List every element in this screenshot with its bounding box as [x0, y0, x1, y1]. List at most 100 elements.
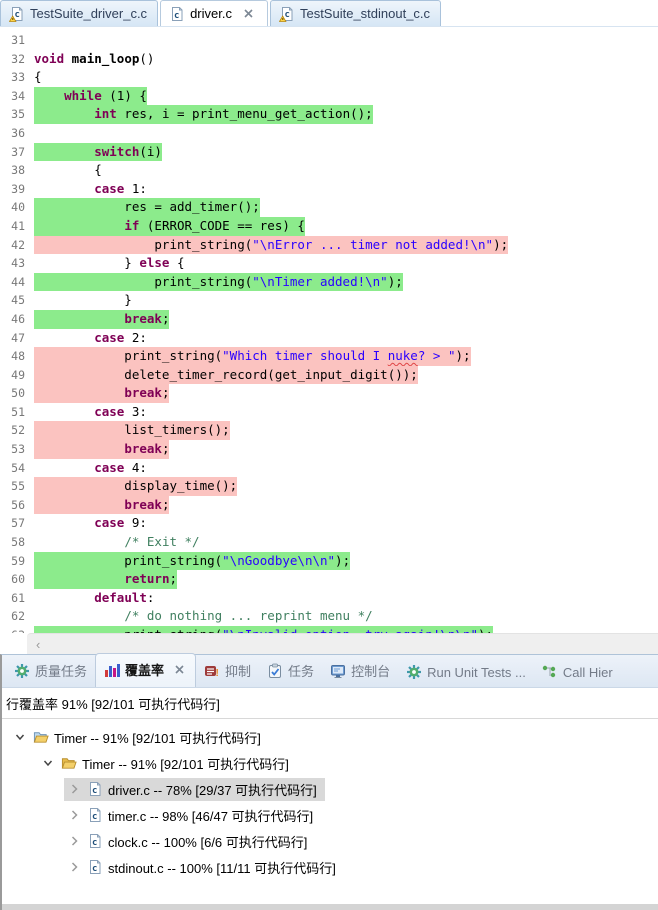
chevron-right-icon[interactable]: [66, 781, 82, 797]
line-number[interactable]: 46: [0, 310, 34, 329]
line-number[interactable]: 43: [0, 254, 34, 273]
scroll-left-icon[interactable]: ‹: [27, 638, 40, 651]
line-number[interactable]: 59: [0, 552, 34, 571]
line-number[interactable]: 38: [0, 161, 34, 180]
view-tab-gear[interactable]: 质量任务: [6, 655, 95, 687]
code-line-38[interactable]: 38 {: [0, 161, 658, 180]
code-line-52[interactable]: 52 list_timers();: [0, 421, 658, 440]
chevron-right-icon[interactable]: [66, 807, 82, 823]
code-line-61[interactable]: 61 default:: [0, 589, 658, 608]
line-number[interactable]: 31: [0, 31, 34, 50]
line-number[interactable]: 45: [0, 291, 34, 310]
view-tab-run-unit-tests[interactable]: Run Unit Tests ...: [398, 658, 534, 687]
line-number[interactable]: 32: [0, 50, 34, 69]
code-line-45[interactable]: 45 }: [0, 291, 658, 310]
line-number[interactable]: 54: [0, 459, 34, 478]
code-line-58[interactable]: 58 /* Exit */: [0, 533, 658, 552]
line-number[interactable]: 35: [0, 105, 34, 124]
code-line-55[interactable]: 55 display_time();: [0, 477, 658, 496]
code-line-49[interactable]: 49 delete_timer_record(get_input_digit()…: [0, 366, 658, 385]
scrollbar-track[interactable]: ‹: [27, 633, 658, 654]
code-line-53[interactable]: 53 break;: [0, 440, 658, 459]
code-line-54[interactable]: 54 case 4:: [0, 459, 658, 478]
tree-row[interactable]: cclock.c -- 100% [6/6 可执行代码行]: [2, 828, 658, 854]
code-line-59[interactable]: 59 print_string("\nGoodbye\n\n");: [0, 552, 658, 571]
tree-row-content[interactable]: ctimer.c -- 98% [46/47 可执行代码行]: [64, 804, 321, 827]
view-tab-call-hierarchy[interactable]: Call Hier: [534, 658, 621, 687]
tree-row-content[interactable]: cclock.c -- 100% [6/6 可执行代码行]: [64, 830, 315, 853]
line-number[interactable]: 58: [0, 533, 34, 552]
code-line-41[interactable]: 41 if (ERROR_CODE == res) {: [0, 217, 658, 236]
line-number[interactable]: 44: [0, 273, 34, 292]
line-number[interactable]: 56: [0, 496, 34, 515]
code-line-51[interactable]: 51 case 3:: [0, 403, 658, 422]
tree-row[interactable]: cdriver.c -- 78% [29/37 可执行代码行]: [2, 776, 658, 802]
line-number[interactable]: 57: [0, 514, 34, 533]
view-tab-coverage-bars[interactable]: 覆盖率: [95, 653, 196, 687]
line-number[interactable]: 33: [0, 68, 34, 87]
code-line-40[interactable]: 40 res = add_timer();: [0, 198, 658, 217]
line-number[interactable]: 49: [0, 366, 34, 385]
code-line-47[interactable]: 47 case 2:: [0, 329, 658, 348]
tree-horizontal-scrollbar[interactable]: [2, 904, 658, 910]
code-line-44[interactable]: 44 print_string("\nTimer added!\n");: [0, 273, 658, 292]
tree-row[interactable]: ctimer.c -- 98% [46/47 可执行代码行]: [2, 802, 658, 828]
code-line-57[interactable]: 57 case 9:: [0, 514, 658, 533]
line-number[interactable]: 55: [0, 477, 34, 496]
code-line-50[interactable]: 50 break;: [0, 384, 658, 403]
code-line-60[interactable]: 60 return;: [0, 570, 658, 589]
tree-row-content[interactable]: Timer -- 91% [92/101 可执行代码行]: [10, 726, 269, 749]
editor-horizontal-scrollbar[interactable]: ‹: [0, 633, 658, 654]
chevron-right-icon[interactable]: [66, 833, 82, 849]
line-number[interactable]: 61: [0, 589, 34, 608]
code-line-37[interactable]: 37 switch(i): [0, 143, 658, 162]
tree-row-content[interactable]: cdriver.c -- 78% [29/37 可执行代码行]: [64, 778, 325, 801]
code-line-32[interactable]: 32void main_loop(): [0, 50, 658, 69]
line-number[interactable]: 48: [0, 347, 34, 366]
line-number[interactable]: 51: [0, 403, 34, 422]
tree-row[interactable]: cstdinout.c -- 100% [11/11 可执行代码行]: [2, 854, 658, 880]
code-line-39[interactable]: 39 case 1:: [0, 180, 658, 199]
line-number[interactable]: 37: [0, 143, 34, 162]
editor-tab-testsuite-stdinout-c-c[interactable]: cTestSuite_stdinout_c.c: [270, 0, 441, 26]
view-tab-suppression[interactable]: !抑制: [196, 655, 259, 687]
chevron-down-icon[interactable]: [12, 729, 28, 745]
tree-row[interactable]: Timer -- 91% [92/101 可执行代码行]: [2, 750, 658, 776]
code-line-63[interactable]: 63 print_string("\nInvalid option, try a…: [0, 626, 658, 633]
tree-row[interactable]: Timer -- 91% [92/101 可执行代码行]: [2, 724, 658, 750]
line-number[interactable]: 52: [0, 421, 34, 440]
view-tab-console[interactable]: 控制台: [322, 655, 398, 687]
line-number[interactable]: 40: [0, 198, 34, 217]
line-number[interactable]: 63: [0, 626, 34, 633]
chevron-right-icon[interactable]: [66, 859, 82, 875]
line-number[interactable]: 62: [0, 607, 34, 626]
close-icon[interactable]: [171, 662, 187, 678]
code-line-48[interactable]: 48 print_string("Which timer should I nu…: [0, 347, 658, 366]
line-number[interactable]: 34: [0, 87, 34, 106]
code-line-42[interactable]: 42 print_string("\nError ... timer not a…: [0, 236, 658, 255]
line-number[interactable]: 50: [0, 384, 34, 403]
code-editor[interactable]: 3132void main_loop()33{34 while (1) {35 …: [0, 27, 658, 633]
line-number[interactable]: 39: [0, 180, 34, 199]
tree-row-content[interactable]: Timer -- 91% [92/101 可执行代码行]: [38, 752, 297, 775]
code-line-46[interactable]: 46 break;: [0, 310, 658, 329]
view-tab-tasks[interactable]: 任务: [259, 655, 322, 687]
line-number[interactable]: 53: [0, 440, 34, 459]
line-number[interactable]: 60: [0, 570, 34, 589]
code-line-56[interactable]: 56 break;: [0, 496, 658, 515]
code-line-34[interactable]: 34 while (1) {: [0, 87, 658, 106]
line-number[interactable]: 41: [0, 217, 34, 236]
line-number[interactable]: 36: [0, 124, 34, 143]
code-line-33[interactable]: 33{: [0, 68, 658, 87]
editor-tab-driver-c[interactable]: cdriver.c: [160, 0, 268, 26]
editor-tab-testsuite-driver-c-c[interactable]: cTestSuite_driver_c.c: [0, 0, 158, 26]
close-icon[interactable]: [241, 6, 257, 22]
tree-row-content[interactable]: cstdinout.c -- 100% [11/11 可执行代码行]: [64, 856, 344, 879]
code-line-36[interactable]: 36: [0, 124, 658, 143]
line-number[interactable]: 42: [0, 236, 34, 255]
code-line-62[interactable]: 62 /* do nothing ... reprint menu */: [0, 607, 658, 626]
line-number[interactable]: 47: [0, 329, 34, 348]
code-line-35[interactable]: 35 int res, i = print_menu_get_action();: [0, 105, 658, 124]
code-line-31[interactable]: 31: [0, 31, 658, 50]
chevron-down-icon[interactable]: [40, 755, 56, 771]
